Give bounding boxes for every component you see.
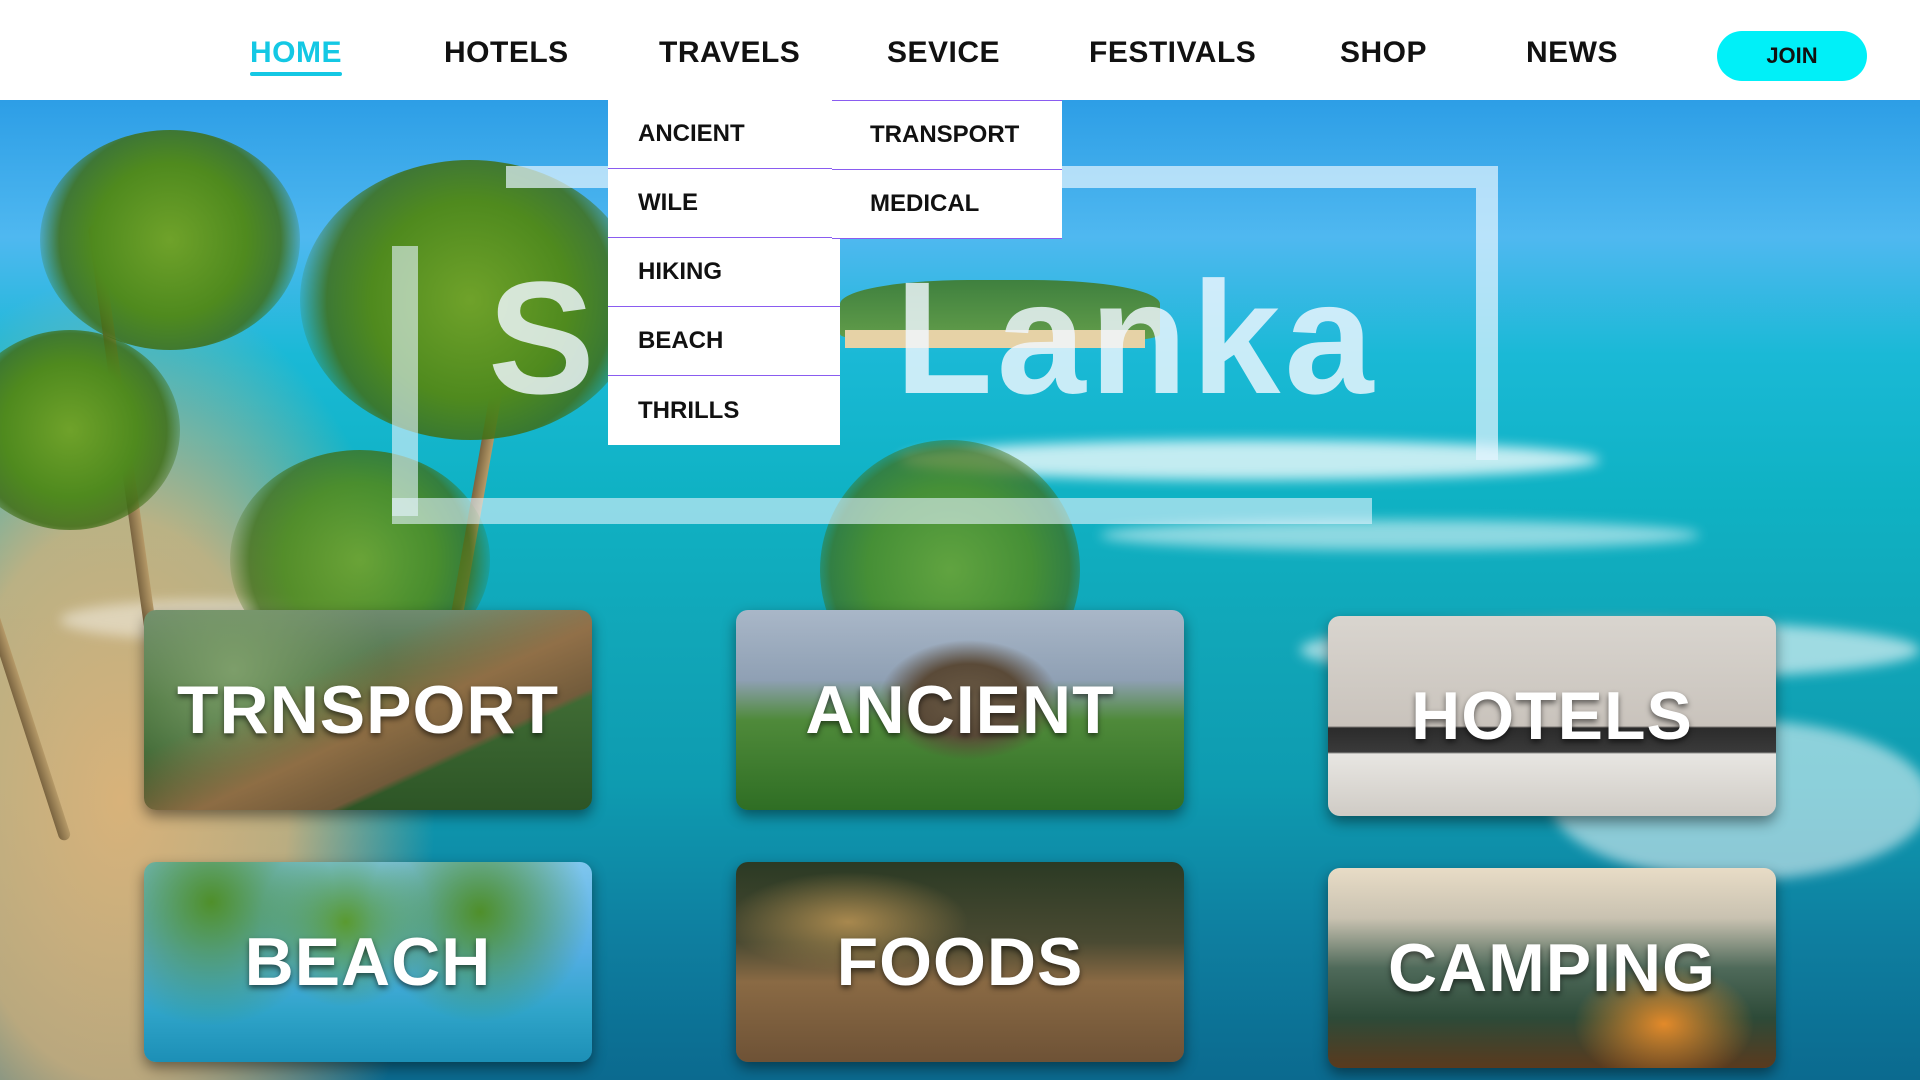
nav-service[interactable]: SEVICE [887,36,1000,70]
card-label: HOTELS [1411,678,1693,754]
nav-shop[interactable]: SHOP [1340,36,1427,70]
card-label: ANCIENT [805,672,1115,748]
dropdown-item-ancient[interactable]: ANCIENT [608,100,840,169]
card-label: TRNSPORT [177,672,559,748]
palm-crown [0,330,180,530]
logo-frame-bottom-bar [392,498,1372,524]
top-navigation: HOME HOTELS TRAVELS SEVICE FESTIVALS SHO… [0,0,1920,100]
nav-festivals[interactable]: FESTIVALS [1089,36,1256,70]
dropdown-item-wile[interactable]: WILE [608,169,840,238]
dropdown-item-beach[interactable]: BEACH [608,307,840,376]
card-ancient[interactable]: ANCIENT [736,610,1184,810]
card-foods[interactable]: FOODS [736,862,1184,1062]
dropdown-column-left: ANCIENT WILE HIKING BEACH THRILLS [608,100,840,445]
dropdown-column-right: TRANSPORT MEDICAL [832,100,1062,239]
dropdown-item-medical[interactable]: MEDICAL [832,170,1062,239]
dropdown-item-thrills[interactable]: THRILLS [608,376,840,445]
card-hotels[interactable]: HOTELS [1328,616,1776,816]
card-label: FOODS [836,924,1084,1000]
join-button[interactable]: JOIN [1717,31,1867,81]
card-label: BEACH [244,924,492,1000]
logo-text-lanka: Lanka [895,248,1378,427]
surf-foam [1100,520,1700,550]
card-transport[interactable]: TRNSPORT [144,610,592,810]
nav-travels[interactable]: TRAVELS [659,36,800,70]
palm-crown [40,130,300,350]
card-camping[interactable]: CAMPING [1328,868,1776,1068]
dropdown-item-transport[interactable]: TRANSPORT [832,101,1062,170]
card-label: CAMPING [1387,930,1717,1006]
card-beach[interactable]: BEACH [144,862,592,1062]
nav-home[interactable]: HOME [250,36,342,76]
logo-frame-left-bar [392,246,418,516]
nav-news[interactable]: NEWS [1526,36,1618,70]
nav-hotels[interactable]: HOTELS [444,36,569,70]
dropdown-item-hiking[interactable]: HIKING [608,238,840,307]
